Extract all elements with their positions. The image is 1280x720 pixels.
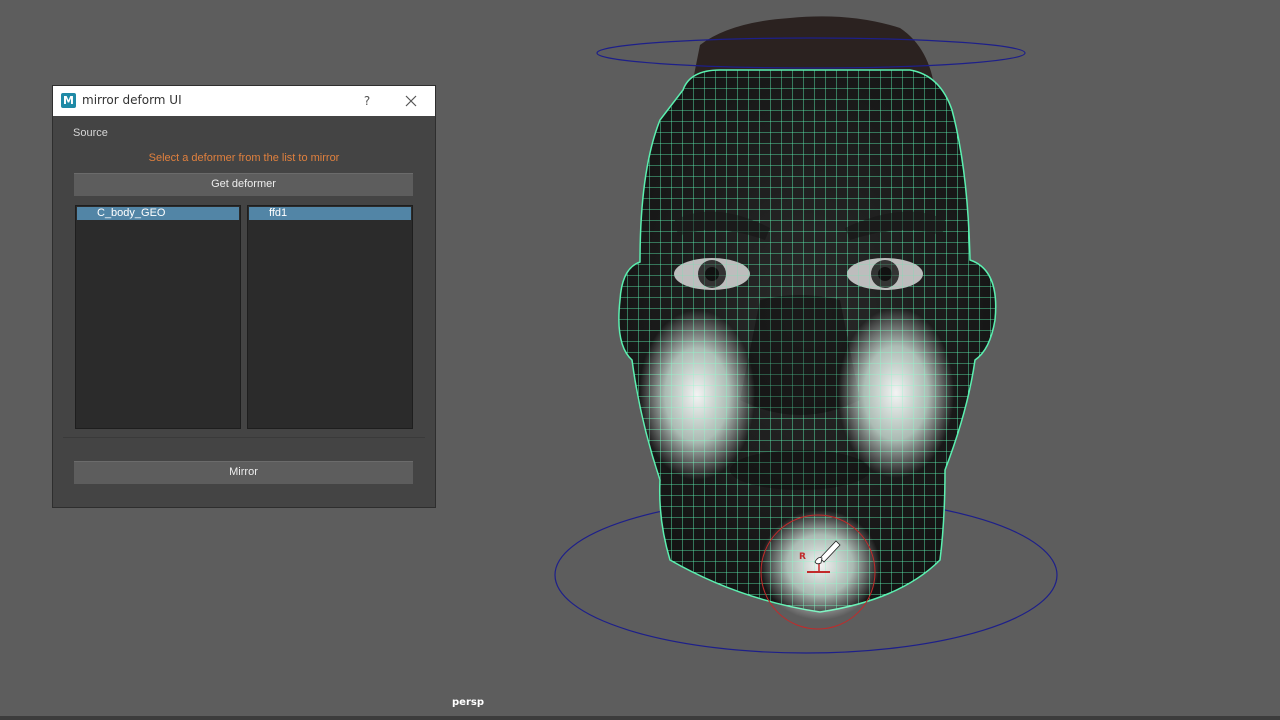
hint-text: Select a deformer from the list to mirro… bbox=[148, 152, 340, 164]
dialog-title: mirror deform UI bbox=[82, 93, 182, 107]
maya-logo-icon: M bbox=[61, 93, 76, 108]
dialog-titlebar[interactable]: M mirror deform UI ? bbox=[53, 86, 435, 116]
camera-label: persp bbox=[452, 697, 484, 708]
close-icon bbox=[405, 95, 417, 107]
help-button[interactable]: ? bbox=[357, 91, 377, 111]
mirror-button[interactable]: Mirror bbox=[74, 461, 413, 484]
mesh-list[interactable]: C_body_GEO bbox=[75, 205, 241, 429]
get-deformer-button[interactable]: Get deformer bbox=[74, 173, 413, 196]
mirror-deform-dialog[interactable]: M mirror deform UI ? Source Select a def… bbox=[53, 86, 435, 507]
brush-mode-label: R bbox=[799, 552, 806, 562]
status-strip bbox=[0, 716, 1280, 720]
list-item[interactable]: C_body_GEO bbox=[77, 207, 239, 220]
source-group-label: Source bbox=[73, 127, 108, 139]
deformer-list[interactable]: ffd1 bbox=[247, 205, 413, 429]
close-button[interactable] bbox=[401, 91, 421, 111]
divider bbox=[63, 437, 425, 438]
list-item[interactable]: ffd1 bbox=[249, 207, 411, 220]
